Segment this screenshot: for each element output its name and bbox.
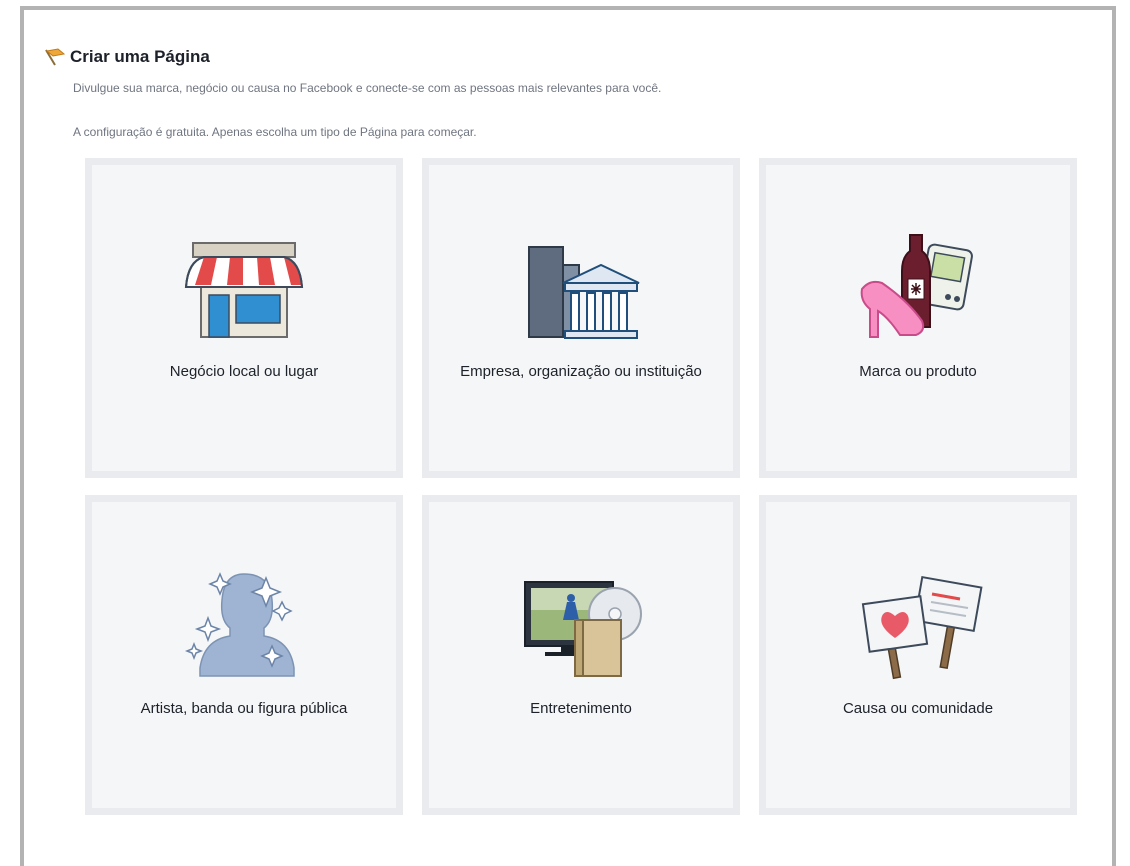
entertainment-icon — [524, 581, 642, 677]
category-card-local-business[interactable]: Negócio local ou lugar — [85, 158, 403, 478]
category-label: Marca ou produto — [859, 363, 977, 380]
category-label: Empresa, organização ou instituição — [460, 363, 702, 380]
page-header: Criar uma Página — [44, 47, 210, 67]
category-card-company[interactable]: Empresa, organização ou instituição — [422, 158, 740, 478]
category-card-cause[interactable]: Causa ou comunidade — [759, 495, 1077, 815]
products-icon — [860, 234, 973, 338]
storefront-icon — [184, 242, 304, 338]
signs-icon — [861, 575, 983, 680]
category-card-brand[interactable]: Marca ou produto — [759, 158, 1077, 478]
category-label: Artista, banda ou figura pública — [140, 700, 348, 717]
category-card-entertainment[interactable]: Entretenimento — [422, 495, 740, 815]
page-instruction: A configuração é gratuita. Apenas escolh… — [73, 125, 477, 139]
public-figure-icon — [184, 572, 295, 677]
category-label: Causa ou comunidade — [842, 700, 994, 717]
category-card-artist[interactable]: Artista, banda ou figura pública — [85, 495, 403, 815]
flag-icon — [45, 48, 66, 66]
page-title: Criar uma Página — [70, 47, 210, 66]
page-description: Divulgue sua marca, negócio ou causa no … — [73, 81, 662, 95]
category-label: Negócio local ou lugar — [169, 363, 319, 380]
buildings-icon — [528, 246, 640, 339]
category-label: Entretenimento — [530, 700, 632, 717]
